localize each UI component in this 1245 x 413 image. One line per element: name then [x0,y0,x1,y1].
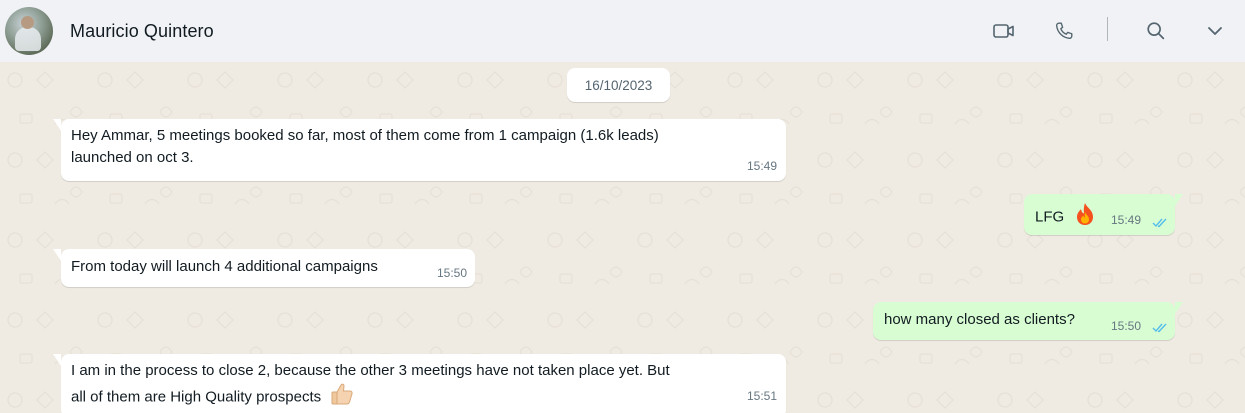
message-time: 15:49 [1111,213,1142,227]
message-incoming[interactable]: Hey Ammar, 5 meetings booked so far, mos… [53,119,786,181]
chat-area[interactable]: 16/10/2023 Hey Ammar, 5 meetings booked … [0,62,1245,413]
message-outgoing[interactable]: how many closed as clients? 15:50 [873,302,1183,340]
message-time: 15:51 [746,389,777,403]
double-check-icon [1152,218,1167,228]
message-text: how many closed as clients? [884,311,1075,328]
message-outgoing[interactable]: LFG 15:49 [1024,194,1183,235]
message-time: 15:50 [1111,319,1142,333]
search-icon[interactable] [1143,18,1169,44]
message-time: 15:50 [436,266,467,280]
header-divider [1107,17,1108,41]
double-check-icon [1152,323,1167,333]
message-incoming[interactable]: I am in the process to close 2, because … [53,354,786,413]
message-time: 15:49 [746,159,777,173]
message-text: LFG [1035,202,1096,233]
contact-name[interactable]: Mauricio Quintero [70,21,214,42]
message-text: Hey Ammar, 5 meetings booked so far, mos… [71,127,659,166]
phone-icon[interactable] [1051,18,1077,44]
video-camera-icon[interactable] [991,18,1017,44]
fire-emoji [1074,202,1096,233]
message-incoming[interactable]: From today will launch 4 additional camp… [53,249,475,287]
date-separator: 16/10/2023 [567,68,670,102]
chevron-down-icon[interactable] [1202,18,1228,44]
chat-header: Mauricio Quintero [0,0,1245,62]
contact-avatar[interactable] [5,7,53,55]
message-text: I am in the process to close 2, because … [71,360,776,413]
message-text: From today will launch 4 additional camp… [71,258,378,275]
thumbs-up-emoji [329,382,355,413]
